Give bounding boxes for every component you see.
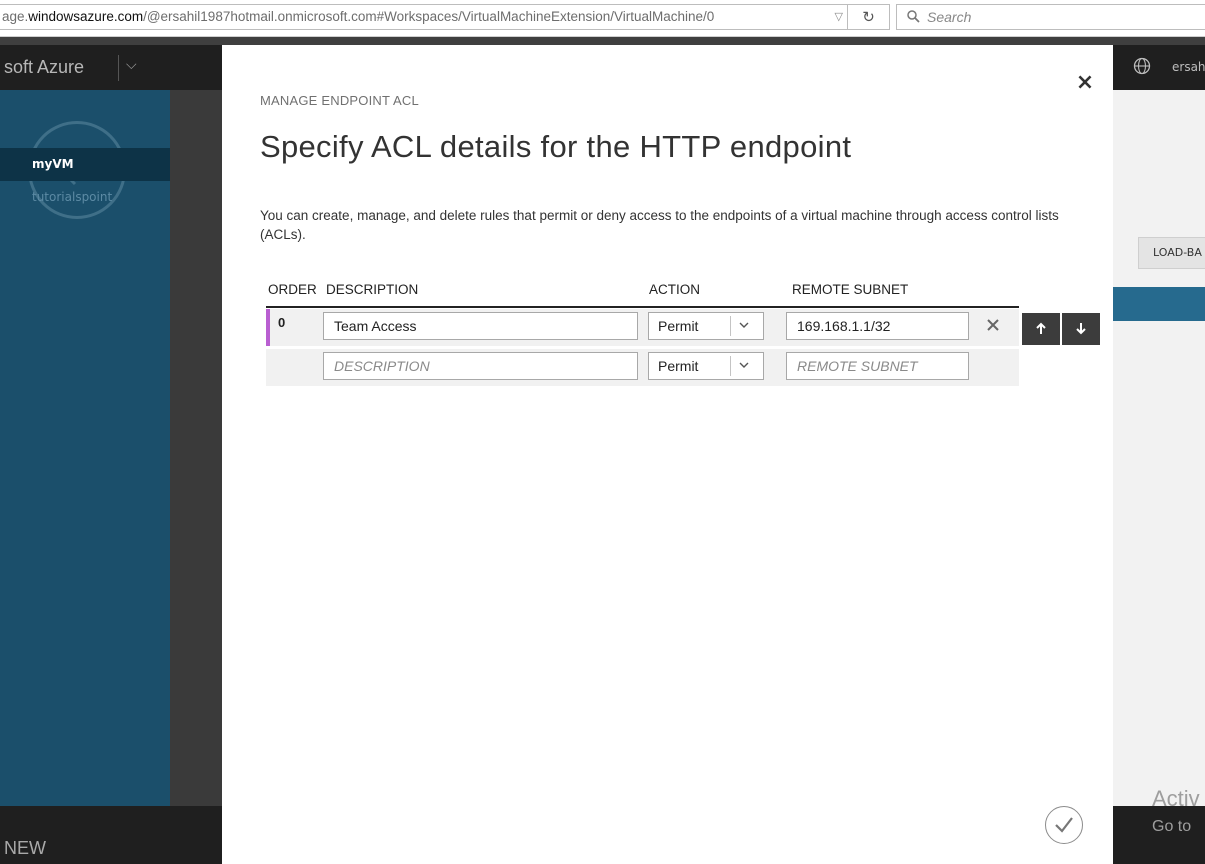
- column-header-order: ORDER: [268, 282, 317, 297]
- url-host: windowsazure.com: [28, 9, 144, 24]
- tab-load-balanced[interactable]: LOAD-BA: [1138, 237, 1205, 269]
- header-divider: [266, 306, 1019, 308]
- new-button[interactable]: NEW: [4, 838, 46, 859]
- globe-icon[interactable]: [1133, 57, 1151, 75]
- right-panel: [1113, 90, 1205, 806]
- new-rule-action-select[interactable]: Permit: [648, 352, 764, 380]
- selected-row-indicator: [266, 309, 270, 346]
- reload-icon: ↻: [862, 8, 875, 26]
- reload-button[interactable]: ↻: [848, 4, 890, 30]
- selected-endpoint-row[interactable]: [1113, 287, 1205, 321]
- column-header-description: DESCRIPTION: [326, 282, 419, 297]
- chevron-down-icon: [739, 322, 749, 328]
- checkmark-icon: [1055, 817, 1073, 833]
- new-rule-remote-subnet-input[interactable]: REMOTE SUBNET: [786, 352, 969, 380]
- new-acl-rule-row: DESCRIPTION Permit REMOTE SUBNET: [266, 349, 1019, 386]
- rule-action-select[interactable]: Permit: [648, 312, 764, 340]
- activate-windows-subtext: Go to: [1152, 818, 1192, 835]
- move-rule-down-button[interactable]: [1062, 313, 1100, 345]
- close-icon[interactable]: ×: [1075, 72, 1095, 94]
- select-divider: [730, 356, 731, 376]
- browser-search-input[interactable]: Search: [896, 4, 1205, 30]
- rule-remote-subnet-input[interactable]: 169.168.1.1/32: [786, 312, 969, 340]
- left-nav-item-myvm[interactable]: myVM: [0, 148, 170, 181]
- address-bar[interactable]: age.windowsazure.com/@ersahil1987hotmail…: [0, 4, 848, 30]
- confirm-button[interactable]: [1045, 806, 1083, 844]
- new-rule-action-value: Permit: [658, 358, 699, 374]
- delete-rule-icon[interactable]: [985, 317, 1001, 333]
- manage-endpoint-acl-dialog: × MANAGE ENDPOINT ACL Specify ACL detail…: [222, 45, 1113, 864]
- chevron-down-icon[interactable]: ⌵: [126, 57, 137, 73]
- browser-toolbar: age.windowsazure.com/@ersahil1987hotmail…: [0, 0, 1205, 37]
- url-path: /@ersahil1987hotmail.onmicrosoft.com#Wor…: [143, 9, 715, 24]
- activate-windows-watermark: Activ: [1152, 786, 1200, 811]
- brand-divider: [118, 55, 119, 81]
- chevron-down-icon: [739, 362, 749, 368]
- select-divider: [730, 316, 731, 336]
- rule-order: 0: [278, 315, 286, 330]
- url-history-dropdown-icon[interactable]: ▽: [835, 5, 843, 29]
- arrow-down-icon: [1076, 323, 1086, 335]
- column-header-action: ACTION: [649, 282, 701, 297]
- arrow-up-icon: [1036, 322, 1046, 334]
- left-nav-item-tutorialspoint[interactable]: tutorialspoint: [32, 190, 112, 204]
- column-header-remote-subnet: REMOTE SUBNET: [792, 282, 909, 297]
- user-account[interactable]: ersah: [1172, 60, 1205, 74]
- rule-action-value: Permit: [658, 318, 699, 334]
- acl-rule-row: 0 Team Access Permit 169.168.1.1/32: [266, 309, 1019, 346]
- new-rule-description-input[interactable]: DESCRIPTION: [323, 352, 638, 380]
- url-prefix: age.: [2, 9, 29, 24]
- dialog-description: You can create, manage, and delete rules…: [260, 208, 1059, 242]
- search-icon: [907, 10, 920, 23]
- dialog-eyebrow: MANAGE ENDPOINT ACL: [260, 93, 419, 108]
- rule-description-input[interactable]: Team Access: [323, 312, 638, 340]
- portal-brand[interactable]: soft Azure: [4, 57, 84, 78]
- search-placeholder: Search: [927, 9, 972, 25]
- move-rule-up-button[interactable]: [1022, 313, 1060, 345]
- dialog-title: Specify ACL details for the HTTP endpoin…: [260, 129, 852, 164]
